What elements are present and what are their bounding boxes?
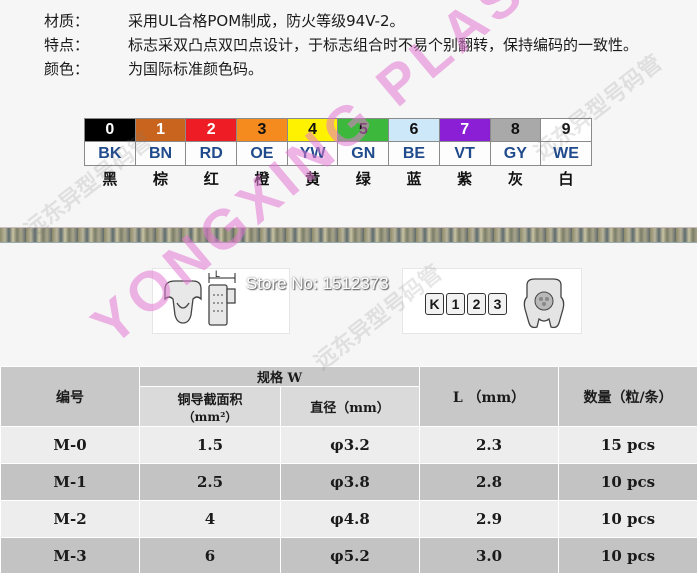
- cell-length: 2.8: [419, 463, 560, 501]
- color-abbr-cell: OE: [236, 141, 288, 166]
- spec-material: 材质： 采用UL合格POM制成，防火等级94V-2。: [44, 8, 638, 32]
- cell-code: M-0: [0, 426, 140, 464]
- color-chinese-cell: 黑: [102, 170, 118, 189]
- table-row: M-2 4 φ4.8 2.9 10 pcs: [0, 500, 697, 538]
- cell-length: 3.0: [419, 537, 560, 573]
- cell-qty: 15 pcs: [558, 426, 697, 464]
- color-chinese-cell: 白: [558, 170, 574, 189]
- spec-list: 材质： 采用UL合格POM制成，防火等级94V-2。 特点： 标志采双凸点双凹点…: [44, 8, 638, 80]
- color-abbr-cell: GY: [489, 141, 542, 166]
- decorative-divider: [0, 228, 697, 242]
- spec-text: 为国际标准颜色码。: [128, 59, 264, 78]
- spec-feature: 特点： 标志采双凸点双凹点设计，于标志组合时不易个别翻转，保持编码的一致性。: [44, 32, 638, 56]
- spec-color: 颜色： 为国际标准颜色码。: [44, 56, 638, 80]
- color-abbr-cell: BN: [134, 141, 187, 166]
- spec-label: 颜色：: [44, 59, 90, 78]
- color-chinese-cell: 黄: [305, 170, 321, 189]
- color-abbr-cell: GN: [337, 141, 390, 166]
- header-area-label: 铜导截面积: [177, 392, 243, 408]
- spec-text: 采用UL合格POM制成，防火等级94V-2。: [128, 11, 405, 30]
- color-abbr-cell: BK: [84, 141, 136, 166]
- color-number-cell: 3: [236, 118, 288, 142]
- marker-char: K: [425, 293, 444, 315]
- header-spec: 规格 W: [138, 366, 421, 387]
- cell-area: 6: [139, 537, 281, 573]
- color-chinese-row: 黑棕红橙黄绿蓝紫灰白: [85, 166, 592, 192]
- header-code: 编号: [0, 366, 140, 427]
- cell-code: M-1: [0, 463, 140, 501]
- color-number-row: 0123456789: [84, 118, 592, 142]
- cell-length: 2.3: [419, 426, 560, 464]
- spec-label: 材质：: [44, 11, 90, 30]
- table-row: M-3 6 φ5.2 3.0 10 pcs: [0, 537, 697, 573]
- color-abbr-cell: WE: [540, 141, 592, 166]
- color-abbr-row: BK BN RD OE YW GN BE VT GY WE: [84, 141, 592, 166]
- color-abbr-cell: BE: [388, 141, 440, 166]
- color-chinese-cell: 橙: [254, 170, 270, 189]
- cell-length: 2.9: [419, 500, 560, 538]
- cell-diameter: φ5.2: [279, 537, 421, 573]
- cell-qty: 10 pcs: [558, 463, 697, 501]
- color-number-cell: 2: [185, 118, 238, 142]
- cell-code: M-2: [0, 500, 140, 538]
- color-number-cell: 9: [540, 118, 592, 142]
- cell-diameter: φ4.8: [279, 500, 421, 538]
- table-row: M-1 2.5 φ3.8 2.8 10 pcs: [0, 463, 697, 501]
- color-number-cell: 6: [388, 118, 440, 142]
- cell-area: 4: [139, 500, 281, 538]
- table-row: M-0 1.5 φ3.2 2.3 15 pcs: [0, 426, 697, 464]
- cell-qty: 10 pcs: [558, 500, 697, 538]
- cable-clip-icon: [523, 278, 565, 329]
- spec-text: 标志采双凸点双凹点设计，于标志组合时不易个别翻转，保持编码的一致性。: [128, 35, 639, 54]
- cell-area: 2.5: [139, 463, 281, 501]
- marker-char: 2: [467, 293, 486, 315]
- color-chinese-cell: 紫: [457, 170, 473, 189]
- color-chinese-cell: 蓝: [406, 170, 422, 189]
- header-area-unit: （mm²）: [182, 409, 238, 424]
- dimension-label: L: [215, 269, 220, 279]
- color-chinese-cell: 棕: [153, 170, 169, 189]
- header-quantity: 数量（粒/条）: [558, 366, 697, 427]
- color-number-cell: 4: [286, 118, 339, 142]
- cell-code: M-3: [0, 537, 140, 573]
- marker-char: 3: [488, 293, 507, 315]
- cell-area: 1.5: [139, 426, 281, 464]
- cell-qty: 10 pcs: [558, 537, 697, 573]
- marker-strip: K 1 2 3: [425, 293, 507, 315]
- spec-label: 特点：: [44, 35, 90, 54]
- color-number-cell: 5: [337, 118, 390, 142]
- color-abbr-cell: VT: [438, 141, 491, 166]
- color-chinese-cell: 绿: [355, 170, 371, 189]
- marker-char: 1: [446, 293, 465, 315]
- color-chinese-cell: 红: [203, 170, 219, 189]
- spec-table: 编号 规格 W L （mm） 数量（粒/条） 铜导截面积 （mm²） 直径（mm…: [0, 366, 697, 573]
- color-code-table: 0123456789 BK BN RD OE YW GN BE VT GY WE 黑 棕 红 橙 黄 绿 蓝 紫…: [84, 118, 592, 192]
- color-number-cell: 0: [84, 118, 136, 142]
- color-number-cell: 1: [134, 118, 187, 142]
- cell-diameter: φ3.2: [279, 426, 421, 464]
- color-number-cell: 8: [489, 118, 542, 142]
- marker-strip-diagram: K 1 2 3: [402, 268, 582, 334]
- color-abbr-cell: RD: [185, 141, 238, 166]
- header-length: L （mm）: [419, 366, 560, 427]
- store-number: Store No: 1512373: [246, 274, 389, 293]
- header-area: 铜导截面积 （mm²）: [139, 386, 281, 427]
- cell-diameter: φ3.8: [279, 463, 421, 501]
- color-chinese-cell: 灰: [507, 170, 523, 189]
- color-abbr-cell: YW: [286, 141, 339, 166]
- color-number-cell: 7: [438, 118, 491, 142]
- header-diameter: 直径（mm）: [279, 386, 421, 427]
